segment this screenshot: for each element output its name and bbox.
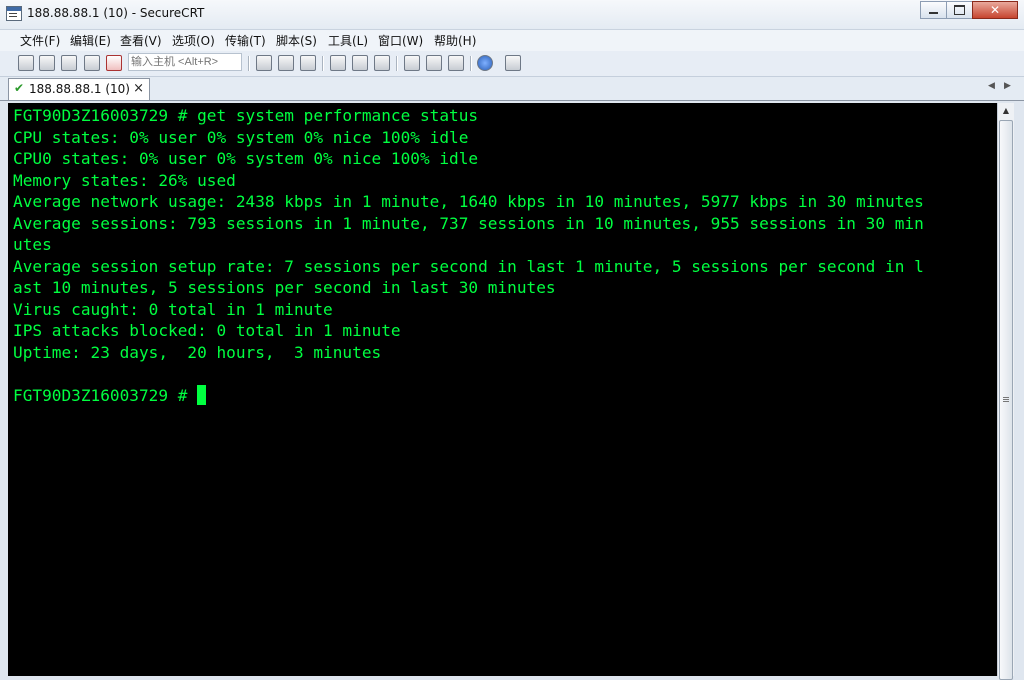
print-selection-icon[interactable] (352, 55, 368, 71)
quick-connect-icon[interactable] (39, 55, 55, 71)
toolbar-separator (322, 56, 324, 71)
session-tab-label: 188.88.88.1 (10) (29, 82, 130, 96)
terminal-line: Average sessions: 793 sessions in 1 minu… (13, 213, 924, 233)
terminal-prompt: FGT90D3Z16003729 # (13, 385, 198, 405)
title-bar: 188.88.88.1 (10) - SecureCRT ✕ (0, 0, 1024, 30)
minimize-button[interactable] (920, 1, 947, 19)
maximize-icon (954, 5, 965, 15)
terminal-output: FGT90D3Z16003729 # get system performanc… (13, 105, 924, 406)
terminal-line: Virus caught: 0 total in 1 minute (13, 299, 333, 319)
terminal-line: Average network usage: 2438 kbps in 1 mi… (13, 192, 924, 211)
paste-icon[interactable] (278, 55, 294, 71)
tab-bar: ✔ 188.88.88.1 (10) × ◀ ▶ (0, 77, 1024, 101)
host-input[interactable] (128, 53, 242, 71)
menu-edit[interactable]: 编辑(E) (70, 32, 111, 49)
session-options-icon[interactable] (404, 55, 420, 71)
menu-transfer[interactable]: 传输(T) (225, 32, 266, 49)
tab-close-icon[interactable]: × (133, 81, 144, 96)
find-icon[interactable] (300, 55, 316, 71)
scroll-up-icon[interactable]: ▲ (998, 103, 1014, 119)
terminal-line: Memory states: 26% used (13, 170, 236, 190)
terminal-cursor (197, 384, 207, 405)
scrollbar-thumb[interactable] (999, 120, 1013, 680)
terminal-line: Uptime: 23 days, 20 hours, 3 minutes (13, 342, 382, 362)
help-icon[interactable] (477, 55, 493, 71)
minimize-icon (929, 12, 938, 14)
tab-scroll-right-icon[interactable]: ▶ (1004, 81, 1011, 91)
terminal-line: ast 10 minutes, 5 sessions per second in… (13, 278, 556, 297)
menu-bar: 文件(F) 编辑(E) 查看(V) 选项(O) 传输(T) 脚本(S) 工具(L… (0, 30, 1024, 51)
maximize-button[interactable] (946, 1, 973, 19)
disconnect-icon[interactable] (106, 55, 122, 71)
window-title: 188.88.88.1 (10) - SecureCRT (27, 6, 205, 20)
window-controls: ✕ (920, 1, 1018, 19)
copy-icon[interactable] (256, 55, 272, 71)
menu-window[interactable]: 窗口(W) (378, 32, 423, 49)
grip-icon (1003, 397, 1009, 398)
terminal-line: IPS attacks blocked: 0 total in 1 minute (13, 321, 401, 340)
menu-help[interactable]: 帮助(H) (434, 32, 476, 49)
connect-icon[interactable] (18, 55, 34, 71)
close-icon: ✕ (989, 3, 1001, 17)
connect-tab-icon[interactable] (61, 55, 77, 71)
toolbar-separator (248, 56, 250, 71)
securecrt-app-icon[interactable] (6, 6, 22, 21)
global-options-icon[interactable] (426, 55, 442, 71)
keymap-icon[interactable] (448, 55, 464, 71)
print-icon[interactable] (330, 55, 346, 71)
terminal-area[interactable]: FGT90D3Z16003729 # get system performanc… (8, 103, 997, 676)
window-frame-right (1014, 101, 1024, 676)
toolbar-separator (470, 56, 472, 71)
toolbar-separator (396, 56, 398, 71)
menu-file[interactable]: 文件(F) (20, 32, 60, 49)
menu-options[interactable]: 选项(O) (172, 32, 215, 49)
tab-scroll-left-icon[interactable]: ◀ (988, 81, 995, 91)
vertical-scrollbar[interactable]: ▲ (997, 103, 1014, 680)
connected-check-icon: ✔ (14, 81, 25, 95)
terminal-line: utes (13, 235, 52, 254)
window-frame-left (0, 101, 8, 676)
terminal-line: FGT90D3Z16003729 # get system performanc… (13, 106, 479, 125)
toolbar (0, 51, 1024, 77)
session-tab[interactable]: ✔ 188.88.88.1 (10) × (8, 78, 150, 100)
close-window-button[interactable]: ✕ (972, 1, 1018, 19)
terminal-line: Average session setup rate: 7 sessions p… (13, 256, 924, 276)
sftp-icon[interactable] (505, 55, 521, 71)
terminal-line: CPU states: 0% user 0% system 0% nice 10… (13, 127, 469, 147)
menu-tools[interactable]: 工具(L) (328, 32, 368, 49)
reconnect-icon[interactable] (84, 55, 100, 71)
print-screen-icon[interactable] (374, 55, 390, 71)
menu-view[interactable]: 查看(V) (120, 32, 162, 49)
menu-script[interactable]: 脚本(S) (276, 32, 317, 49)
terminal-line: CPU0 states: 0% user 0% system 0% nice 1… (13, 149, 479, 168)
